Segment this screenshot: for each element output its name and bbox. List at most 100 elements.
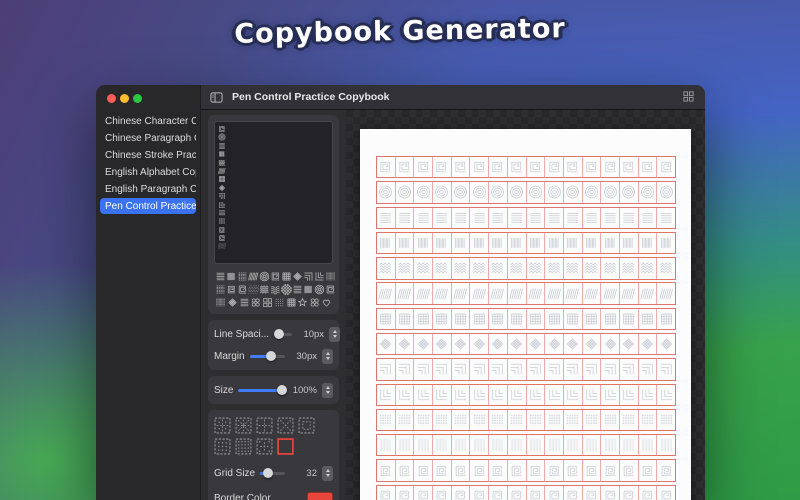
preview-cell (601, 435, 620, 456)
palette-pattern-squares-four[interactable] (262, 297, 273, 308)
preview-cell (489, 409, 508, 431)
slider-grid-size-thumb[interactable] (262, 468, 273, 478)
close-button[interactable] (107, 94, 116, 103)
slider-size-track[interactable] (238, 385, 287, 395)
palette-pattern-bars-vertical[interactable] (325, 271, 336, 282)
preview-cell (601, 409, 620, 431)
stepper-up-icon (332, 330, 337, 333)
palette-pattern-eights[interactable] (309, 297, 320, 308)
palette-pattern-spiral-square[interactable] (325, 284, 336, 295)
preview-cell (601, 207, 620, 228)
preview-cell (489, 359, 508, 380)
palette-pattern-spiral-round[interactable] (314, 284, 325, 295)
palette-pattern-greek-key-round[interactable] (237, 284, 248, 295)
grid-style-grid-dots[interactable] (214, 438, 231, 455)
preview-row-bars-vertical (376, 408, 676, 432)
preview-cell (620, 232, 639, 254)
color-swatch[interactable] (307, 492, 333, 500)
grid-style-grid-diag-cross[interactable] (235, 417, 252, 434)
minimize-button[interactable] (120, 94, 129, 103)
palette-pattern-greek-key[interactable] (226, 284, 237, 295)
sidebar-item-2[interactable]: Chinese Paragraph Cop... (100, 130, 196, 146)
grid-style-grid-diag[interactable] (277, 417, 294, 434)
palette-pattern-grid-cross[interactable] (281, 271, 292, 282)
preview-cell (489, 232, 508, 254)
preview-cell (452, 333, 471, 355)
palette-pattern-corner-bottom-left[interactable] (314, 271, 325, 282)
export-grid-icon[interactable] (683, 90, 696, 104)
grid-style-grid-plain-selected[interactable] (277, 438, 294, 455)
preview-area (346, 110, 705, 500)
sidebar-item-1[interactable]: Chinese Character Cop... (100, 113, 196, 129)
palette-pattern-heart[interactable] (321, 297, 332, 308)
grid-style-grid-inner-box[interactable] (298, 417, 315, 434)
grid-style-grid-dots-dense[interactable] (235, 438, 252, 455)
preview-cell (657, 385, 675, 405)
slider-grid-size-track[interactable] (260, 468, 285, 478)
zoom-button[interactable] (133, 94, 142, 103)
preview-cell (545, 333, 564, 355)
sidebar-item-6[interactable]: Pen Control Practice C... (100, 198, 196, 214)
traffic-lights (96, 85, 200, 108)
slider-line-spacing-track[interactable] (274, 329, 293, 339)
slider-size-stepper[interactable] (322, 382, 333, 398)
preview-cell (489, 384, 508, 405)
slider-grid-size-stepper[interactable] (322, 465, 333, 481)
sidebar-item-5[interactable]: English Paragraph Copy... (100, 181, 196, 197)
palette-pattern-lines-horizontal[interactable] (292, 284, 303, 295)
sequence-glyph-corner-top-right (218, 192, 332, 200)
sidebar-item-4[interactable]: English Alphabet Copyb... (100, 164, 196, 180)
slider-line-spacing-stepper[interactable] (329, 326, 341, 342)
preview-row-grid-cross (376, 307, 676, 331)
slider-line-spacing-thumb[interactable] (274, 329, 285, 339)
palette-pattern-diamond-hatch[interactable] (227, 297, 238, 308)
grid-style-grid-cross-corner-dots[interactable] (256, 438, 273, 455)
preview-cell (527, 232, 546, 254)
palette-pattern-dots-diagonal[interactable] (246, 284, 261, 295)
palette-pattern-strokes-diagonal[interactable] (248, 271, 259, 282)
palette-pattern-bars-vertical[interactable] (215, 297, 226, 308)
stepper-down-icon (325, 474, 330, 477)
palette-pattern-star[interactable] (297, 297, 308, 308)
palette-pattern-corner-top-right[interactable] (303, 271, 314, 282)
preview-cell (564, 384, 583, 405)
palette-pattern-lines-vertical[interactable] (303, 284, 314, 295)
palette-pattern-dots-grid[interactable] (274, 297, 285, 308)
preview-cell (414, 258, 434, 279)
slider-margin-thumb[interactable] (265, 351, 276, 361)
preview-cell (377, 182, 396, 203)
preview-cell (508, 435, 527, 456)
palette-pattern-grid-cross[interactable] (286, 297, 297, 308)
palette-pattern-dashes-horizontal[interactable] (215, 284, 226, 295)
preview-cell (508, 460, 527, 481)
preview-cell (545, 157, 564, 178)
slider-size-thumb[interactable] (276, 385, 287, 395)
grid-style-grid-cross-dots[interactable] (214, 417, 231, 434)
preview-cell (452, 258, 471, 279)
preview-cell (508, 258, 527, 279)
palette-pattern-diamond-hatch[interactable] (292, 271, 303, 282)
palette-pattern-lines-horizontal[interactable] (239, 297, 250, 308)
palette-pattern-lines-vertical[interactable] (226, 271, 237, 282)
palette-pattern-lines-horizontal[interactable] (215, 271, 226, 282)
palette-pattern-spiral-square[interactable] (270, 271, 281, 282)
palette-pattern-wave[interactable] (270, 284, 281, 295)
pattern-card (208, 115, 339, 314)
grid-style-grid-cross[interactable] (256, 417, 273, 434)
sequence-glyph-zigzag (218, 159, 332, 167)
preview-cell (377, 308, 396, 330)
palette-pattern-crosshatch[interactable] (279, 282, 294, 297)
slider-margin-stepper[interactable] (322, 348, 333, 364)
palette-pattern-zigzag[interactable] (259, 284, 270, 295)
preview-cell (657, 233, 675, 253)
preview-cell (414, 182, 434, 203)
pattern-sequence-input[interactable] (214, 121, 333, 264)
palette-pattern-dashes-horizontal[interactable] (237, 271, 248, 282)
preview-cell (527, 258, 546, 279)
preview-cell (564, 182, 583, 203)
slider-margin-track[interactable] (249, 351, 285, 361)
palette-pattern-spiral-round[interactable] (259, 271, 270, 282)
sidebar-item-3[interactable]: Chinese Stroke Practic... (100, 147, 196, 163)
sidebar-toggle-icon[interactable] (210, 91, 223, 104)
palette-pattern-eights[interactable] (250, 297, 261, 308)
